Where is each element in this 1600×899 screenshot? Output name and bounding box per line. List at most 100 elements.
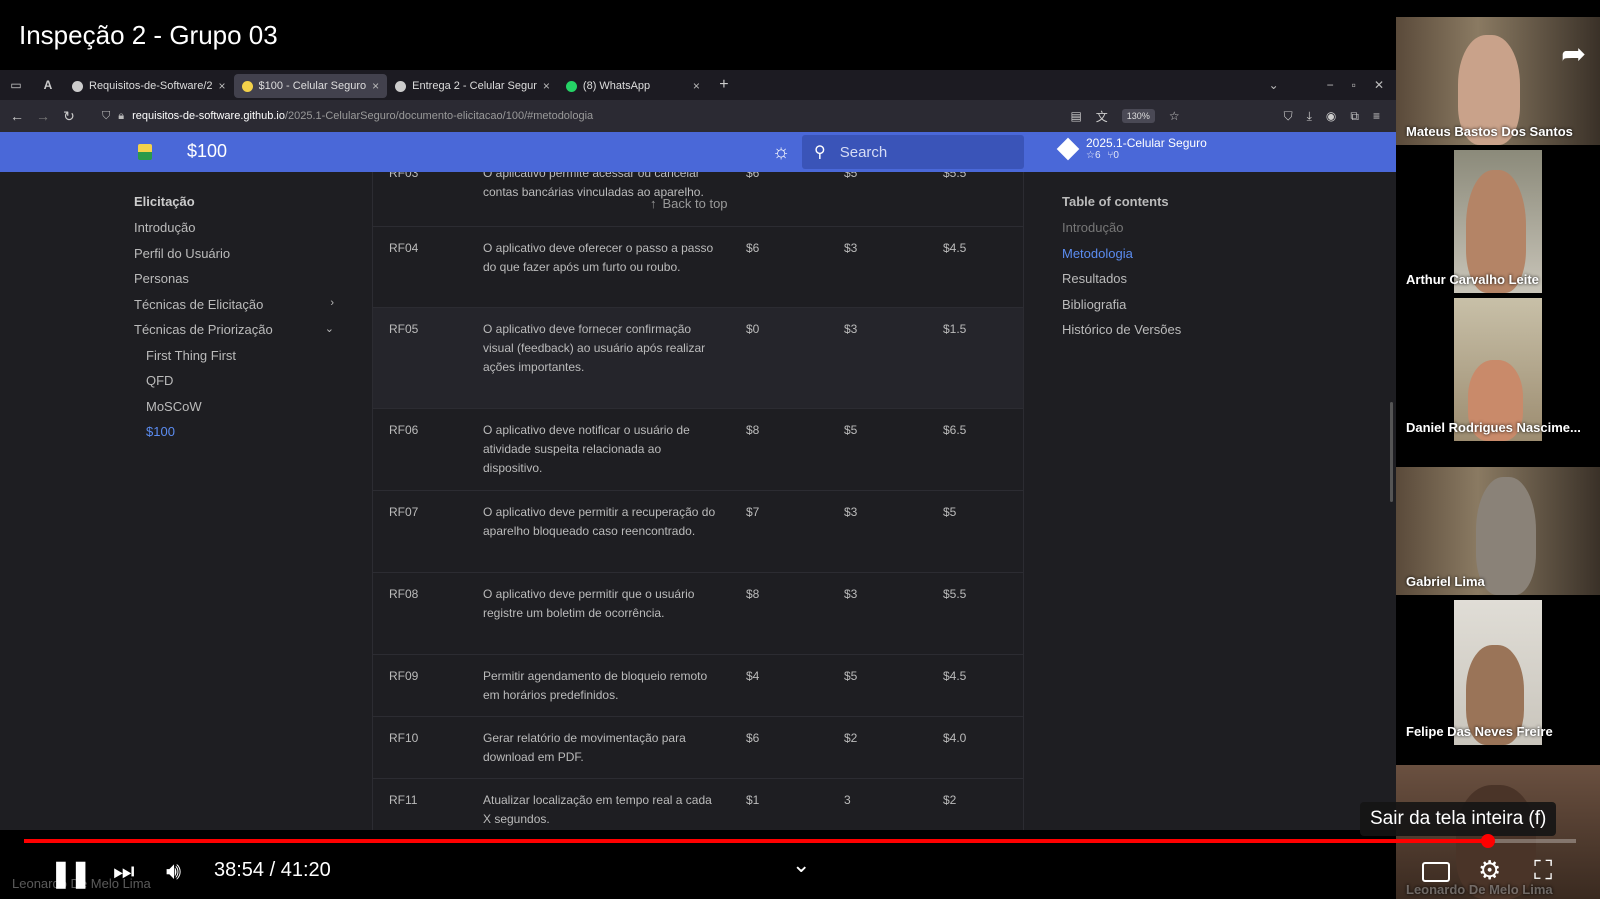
value-1: $6 xyxy=(746,731,760,745)
sidebar-item-label: Técnicas de Priorização xyxy=(134,322,273,337)
site-logo[interactable] xyxy=(138,144,152,160)
settings-gear-icon[interactable]: ⚙ xyxy=(1478,855,1501,886)
tab-requisitos[interactable]: Requisitos-de-Software/2 × xyxy=(64,74,234,98)
sidebar-item-moscow[interactable]: MoSCoW xyxy=(146,399,346,414)
presenter-watermark: Leonardo De Melo Lima xyxy=(12,876,151,891)
address-field[interactable]: ⛉ 🔒︎ requisitos-de-software.github.io/20… xyxy=(94,104,1070,128)
tab-list-chevron-icon[interactable]: ⌄ xyxy=(1269,78,1279,92)
shield-icon[interactable]: ⛉ xyxy=(102,110,110,123)
page-scrollbar[interactable] xyxy=(1390,402,1393,502)
minimize-icon[interactable]: − xyxy=(1327,78,1334,92)
menu-icon[interactable]: ≡ xyxy=(1373,109,1380,123)
subtitles-icon[interactable] xyxy=(1422,862,1450,882)
chevron-down-icon[interactable]: ⌄ xyxy=(792,852,810,878)
time-total: 41:20 xyxy=(280,859,331,881)
table-row: RF04 O aplicativo deve oferecer o passo … xyxy=(373,227,1023,308)
forward-arrow-icon[interactable]: → xyxy=(30,108,56,124)
table-row: RF07 O aplicativo deve permitir a recupe… xyxy=(373,491,1023,573)
chevron-right-icon[interactable]: › xyxy=(330,297,334,309)
theme-toggle-sun-icon[interactable]: ☼ xyxy=(769,140,793,164)
tab-whatsapp[interactable]: (8) WhatsApp × xyxy=(558,74,708,98)
sidebar-item-100[interactable]: $100 xyxy=(146,424,346,439)
value-3: $5 xyxy=(943,505,957,519)
requirement-description: Gerar relatório de movimentação para dow… xyxy=(483,731,686,764)
browser-window: ▭ A Requisitos-de-Software/2 × $100 - Ce… xyxy=(0,70,1396,830)
extensions-icon[interactable]: ⧉ xyxy=(1350,109,1359,124)
translate-icon[interactable]: 文 xyxy=(1096,108,1108,125)
search-box[interactable]: ⚲ xyxy=(802,135,1024,169)
toc-item-bibliografia[interactable]: Bibliografia xyxy=(1062,297,1126,312)
zoom-level[interactable]: 130% xyxy=(1121,109,1155,123)
tab-entrega-2[interactable]: Entrega 2 - Celular Segur × xyxy=(387,74,558,98)
close-window-icon[interactable]: ✕ xyxy=(1374,78,1384,92)
value-1: $8 xyxy=(746,587,760,601)
participant-tile[interactable]: Mateus Bastos Dos Santos ➦ xyxy=(1396,17,1600,145)
participant-tile[interactable]: Daniel Rodrigues Nascime... xyxy=(1396,298,1600,441)
tab-label: Entrega 2 - Celular Segur xyxy=(412,80,537,92)
exit-fullscreen-icon[interactable]: ⛶ xyxy=(1534,855,1552,887)
requirement-id: RF08 xyxy=(389,587,419,601)
close-tab-icon[interactable]: × xyxy=(219,79,226,93)
sidebar-item-qfd[interactable]: QFD xyxy=(146,373,346,388)
repo-link[interactable]: 2025.1-Celular Seguro ☆6 ⑂0 xyxy=(1056,136,1207,161)
sidebar-item-personas[interactable]: Personas xyxy=(134,271,334,286)
participant-tile[interactable]: Felipe Das Neves Freire xyxy=(1396,600,1600,745)
participant-name: Felipe Das Neves Freire xyxy=(1406,724,1553,739)
progress-bar[interactable] xyxy=(24,834,1576,848)
reader-view-icon[interactable]: ▤ xyxy=(1070,109,1081,123)
sidebar-item-tecnicas-de-elicitacao[interactable]: Técnicas de Elicitação › xyxy=(134,297,334,312)
progress-fill xyxy=(24,839,1489,843)
sidebar-item-tecnicas-de-priorizacao[interactable]: Técnicas de Priorização ⌄ xyxy=(134,322,334,337)
app-icon[interactable]: A xyxy=(32,70,64,100)
value-2: $3 xyxy=(844,241,858,255)
requirement-description: O aplicativo deve oferecer o passo a pas… xyxy=(483,241,714,274)
volume-icon[interactable]: 🔊︎ xyxy=(166,858,181,886)
site-title[interactable]: $100 xyxy=(187,141,227,162)
back-arrow-icon[interactable]: ← xyxy=(4,108,30,124)
site-favicon-icon xyxy=(395,80,407,92)
toc-item-introducao[interactable]: Introdução xyxy=(1062,220,1123,235)
close-tab-icon[interactable]: × xyxy=(543,79,550,93)
participant-tile[interactable]: Gabriel Lima xyxy=(1396,467,1600,595)
site-favicon-icon xyxy=(241,80,253,92)
account-icon[interactable]: ◉ xyxy=(1326,109,1336,123)
bookmark-star-icon[interactable]: ☆ xyxy=(1169,109,1180,123)
star-icon: ☆ xyxy=(1086,150,1095,161)
window-controls: ⌄ − ▫ ✕ xyxy=(1269,78,1396,92)
download-icon[interactable]: ⤓ xyxy=(1307,109,1312,124)
participant-tile[interactable]: Arthur Carvalho Leite xyxy=(1396,150,1600,293)
url-bar: ← → ↻ ⛉ 🔒︎ requisitos-de-software.github… xyxy=(0,100,1396,132)
requirement-id: RF09 xyxy=(389,669,419,683)
repo-forks: 0 xyxy=(1113,150,1119,161)
restore-icon[interactable]: ▫ xyxy=(1352,78,1356,92)
video-title: Inspeção 2 - Grupo 03 xyxy=(19,20,278,50)
close-tab-icon[interactable]: × xyxy=(693,79,700,93)
table-row: RF05 O aplicativo deve fornecer confirma… xyxy=(373,308,1023,409)
tab-100-celular-seguro[interactable]: $100 - Celular Seguro × xyxy=(233,74,388,98)
share-arrow-icon[interactable]: ➦ xyxy=(1561,37,1586,72)
new-tab-icon[interactable]: + xyxy=(708,70,740,100)
requirement-id: RF11 xyxy=(389,793,418,807)
value-2: $5 xyxy=(844,423,858,437)
pocket-icon[interactable]: ⛉ xyxy=(1284,109,1293,124)
requirement-description: Atualizar localização em tempo real a ca… xyxy=(483,793,712,826)
repo-stars: 6 xyxy=(1094,150,1101,161)
toc-heading: Table of contents xyxy=(1062,194,1169,209)
sidebar-item-first-thing-first[interactable]: First Thing First xyxy=(146,348,346,363)
tab-overview-icon[interactable]: ▭ xyxy=(0,70,32,100)
value-3: $4.5 xyxy=(943,669,967,683)
sidebar-item-introducao[interactable]: Introdução xyxy=(134,220,334,235)
sidebar-item-perfil-do-usuario[interactable]: Perfil do Usuário xyxy=(134,246,334,261)
requirement-id: RF04 xyxy=(389,241,419,255)
reload-icon[interactable]: ↻ xyxy=(56,108,82,125)
close-tab-icon[interactable]: × xyxy=(372,79,379,93)
lock-icon[interactable]: 🔒︎ xyxy=(118,110,124,123)
toc-item-metodologia[interactable]: Metodologia xyxy=(1062,246,1133,261)
back-to-top-button[interactable]: ↑ Back to top xyxy=(650,196,728,211)
value-1: $7 xyxy=(746,505,760,519)
chevron-down-icon[interactable]: ⌄ xyxy=(325,322,334,335)
toc-item-historico-de-versoes[interactable]: Histórico de Versões xyxy=(1062,322,1181,337)
search-input[interactable] xyxy=(839,143,1010,161)
toc-item-resultados[interactable]: Resultados xyxy=(1062,271,1127,286)
value-2: $5 xyxy=(844,669,858,683)
